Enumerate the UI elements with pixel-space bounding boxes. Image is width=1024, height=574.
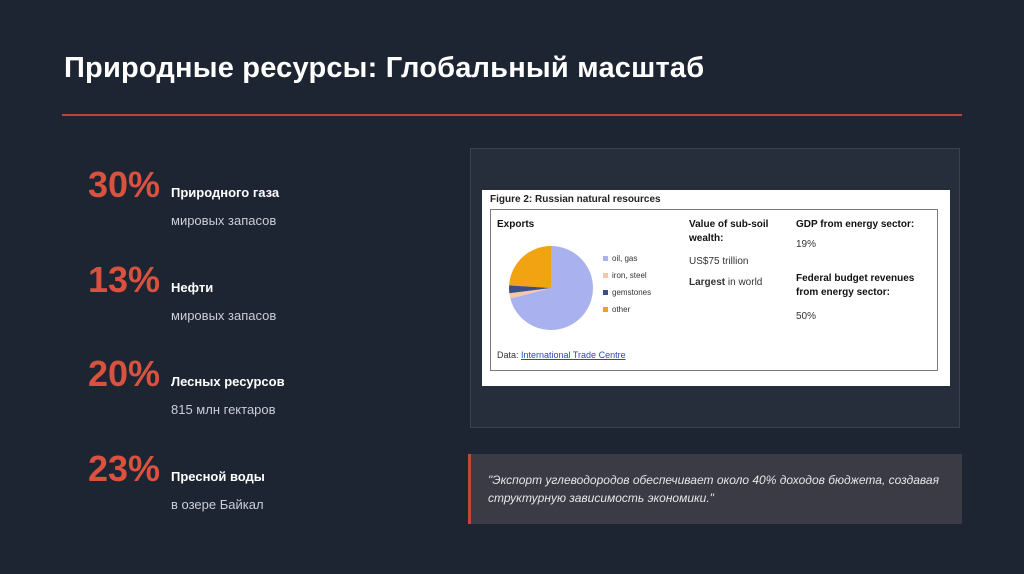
quote-callout: "Экспорт углеводородов обеспечивает окол… — [468, 454, 962, 524]
page-title: Природные ресурсы: Глобальный масштаб — [64, 52, 705, 84]
data-source-link[interactable]: International Trade Centre — [521, 350, 626, 360]
pie-slice-other — [509, 246, 551, 288]
data-source-label: Data: — [497, 350, 522, 360]
legend-swatch — [603, 290, 608, 295]
stat-sub: мировых запасов — [171, 308, 277, 323]
figure-title: Figure 2: Russian natural resources — [490, 194, 661, 205]
stat-value: 23% — [88, 448, 161, 489]
stat-sub: в озере Байкал — [171, 497, 264, 512]
gdp-value: 19% — [796, 239, 817, 250]
legend-swatch — [603, 273, 608, 278]
figure-box: Exports oil, gas iron, steel gemstones o… — [490, 209, 938, 371]
stat-value: 20% — [88, 353, 161, 394]
legend-item-gemstones: gemstones — [603, 284, 651, 301]
legend-item-oil-gas: oil, gas — [603, 250, 651, 267]
legend-item-other: other — [603, 301, 651, 318]
gdp-heading: GDP from energy sector: — [796, 219, 915, 230]
legend-swatch — [603, 307, 608, 312]
legend-label: oil, gas — [612, 254, 638, 263]
stat-value: 13% — [88, 259, 161, 300]
pie-legend: oil, gas iron, steel gemstones other — [603, 250, 651, 318]
figure-image: Figure 2: Russian natural resources Expo… — [482, 190, 950, 386]
value-heading: Value of sub-soil wealth: — [689, 219, 769, 244]
stat-label: Природного газа — [171, 185, 280, 200]
exports-heading: Exports — [497, 219, 535, 230]
data-source: Data: International Trade Centre — [497, 350, 626, 360]
legend-item-iron-steel: iron, steel — [603, 267, 651, 284]
legend-label: iron, steel — [612, 271, 647, 280]
quote-text: "Экспорт углеводородов обеспечивает окол… — [488, 473, 939, 505]
budget-heading: Federal budget revenues from energy sect… — [796, 273, 915, 298]
largest-rest: in world — [725, 277, 763, 288]
legend-label: other — [612, 305, 631, 314]
value-amount: US$75 trillion — [689, 256, 749, 267]
exports-pie-chart — [509, 246, 593, 330]
legend-swatch — [603, 256, 608, 261]
largest-in-world: Largest in world — [689, 276, 762, 290]
title-divider — [62, 114, 962, 116]
stat-label: Лесных ресурсов — [171, 374, 285, 389]
stat-sub: 815 млн гектаров — [171, 402, 276, 417]
budget-value: 50% — [796, 311, 817, 322]
legend-label: gemstones — [612, 288, 652, 297]
stat-sub: мировых запасов — [171, 213, 277, 228]
largest-bold: Largest — [689, 277, 726, 288]
stat-value: 30% — [88, 164, 161, 205]
stat-label: Нефти — [171, 280, 214, 295]
stat-label: Пресной воды — [171, 469, 265, 484]
